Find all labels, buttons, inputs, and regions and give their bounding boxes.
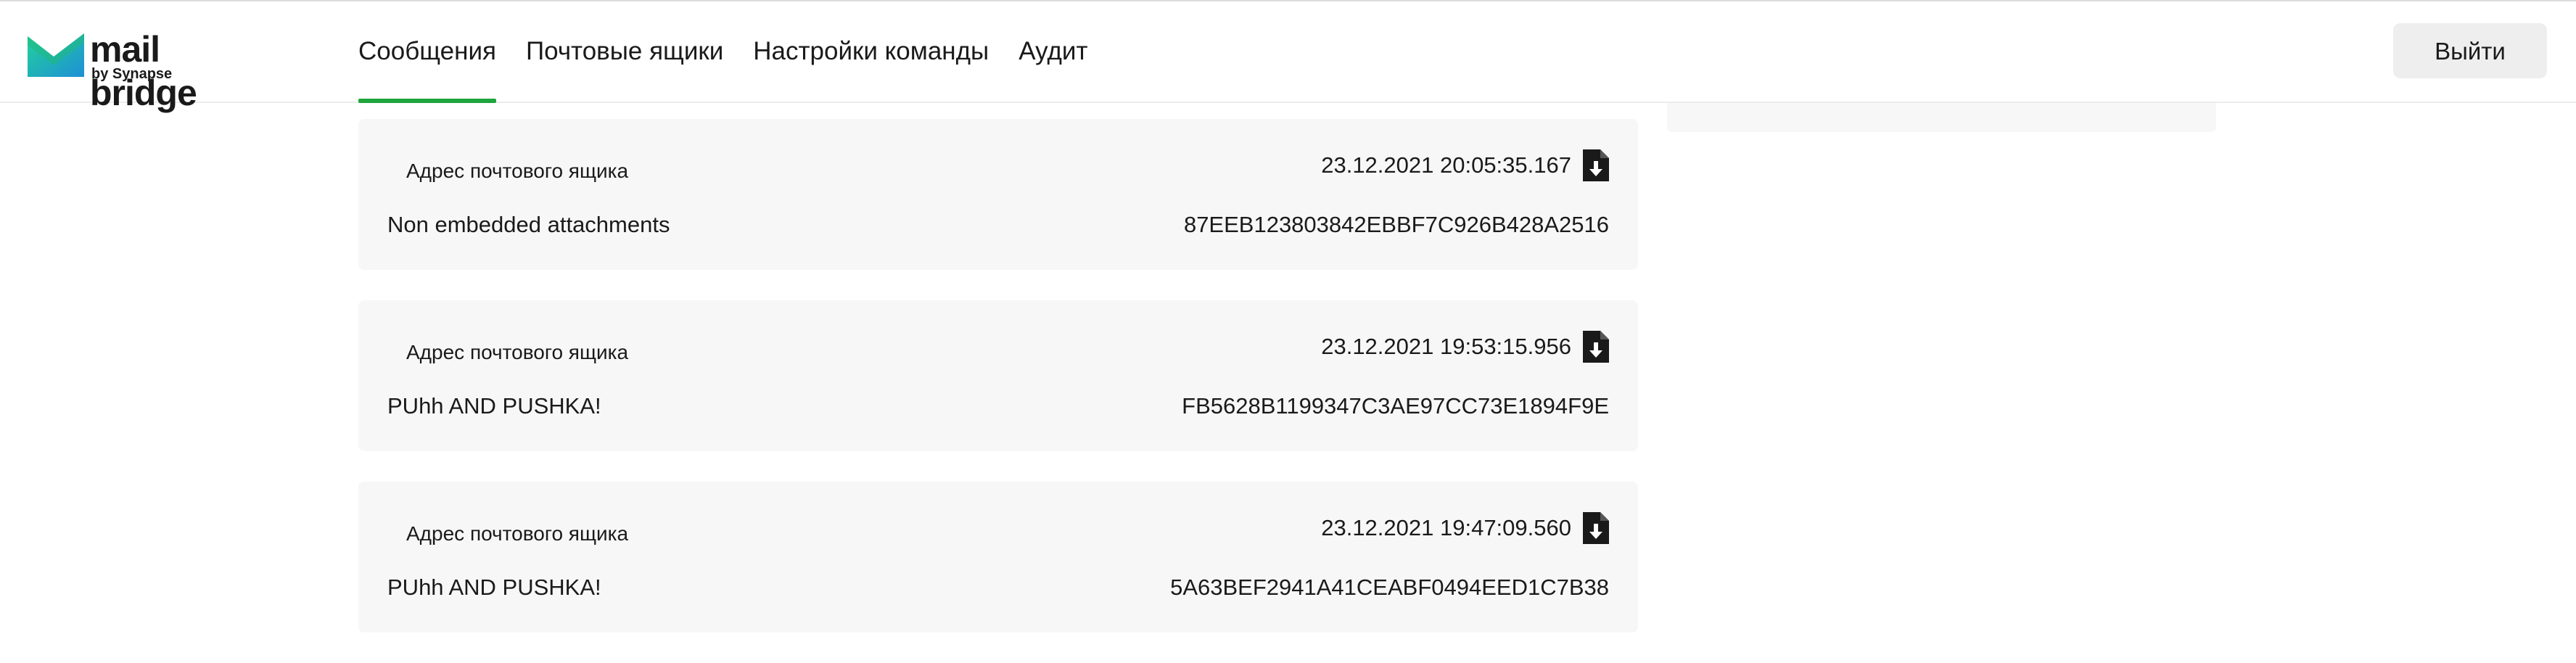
message-list: Адрес почтового ящика 23.12.2021 20:05:3… (358, 119, 1638, 663)
message-timestamp: 23.12.2021 19:47:09.560 (1321, 515, 1571, 540)
tab-audit[interactable]: Аудит (1019, 1, 1087, 102)
message-timestamp: 23.12.2021 19:53:15.956 (1321, 334, 1571, 359)
message-subject: PUhh AND PUSHKA! (387, 393, 601, 419)
logo-subtitle: by Synapse (91, 66, 173, 82)
mailbox-address-label: Адрес почтового ящика (406, 341, 629, 363)
mailbox-address-label: Адрес почтового ящика (406, 522, 629, 545)
envelope-logo-icon (28, 33, 84, 77)
file-download-icon[interactable] (1583, 512, 1609, 544)
message-card[interactable]: Адрес почтового ящика 23.12.2021 20:05:3… (358, 119, 1638, 270)
logo[interactable]: mail bridge by Synapse (26, 28, 236, 113)
message-card[interactable]: Адрес почтового ящика 23.12.2021 19:53:1… (358, 300, 1638, 451)
message-id: 87EEB123803842EBBF7C926B428A2516 (1183, 212, 1609, 237)
app-header: mail bridge by Synapse Сообщения Почтовы… (0, 1, 2576, 113)
main-nav: Сообщения Почтовые ящики Настройки коман… (358, 1, 1118, 103)
message-card[interactable]: Адрес почтового ящика 23.12.2021 19:47:0… (358, 482, 1638, 633)
message-id: 5A63BEF2941A41CEABF0494EED1C7B38 (1170, 575, 1609, 600)
message-id: FB5628B1199347C3AE97CC73E1894F9E (1182, 393, 1609, 419)
tab-messages[interactable]: Сообщения (358, 1, 496, 103)
message-subject: PUhh AND PUSHKA! (387, 575, 601, 600)
message-subject: Non embedded attachments (387, 212, 670, 237)
tab-mailboxes[interactable]: Почтовые ящики (526, 1, 723, 102)
mailbox-address-label: Адрес почтового ящика (406, 160, 629, 182)
logout-button[interactable]: Выйти (2393, 23, 2547, 78)
file-download-icon[interactable] (1583, 149, 1609, 181)
file-download-icon[interactable] (1583, 331, 1609, 363)
tab-team-settings[interactable]: Настройки команды (753, 1, 989, 102)
side-panel (1667, 103, 2216, 132)
message-timestamp: 23.12.2021 20:05:35.167 (1321, 152, 1571, 178)
